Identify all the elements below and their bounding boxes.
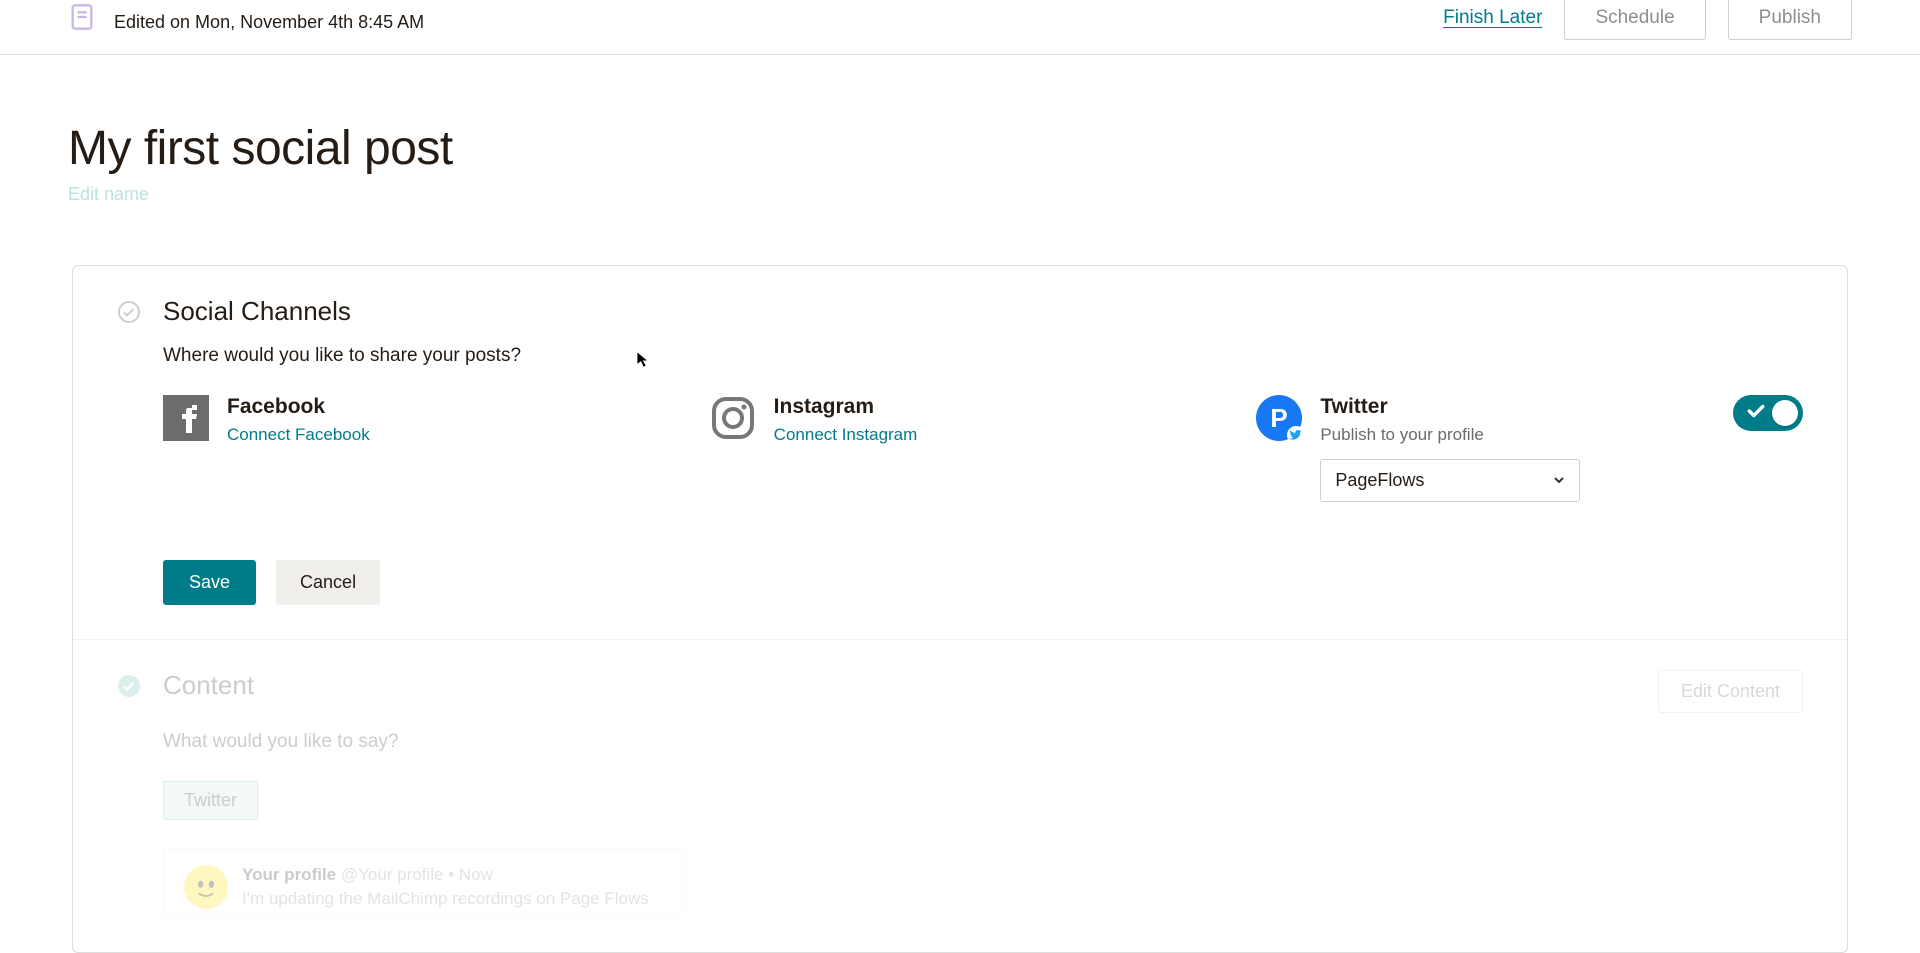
facebook-icon xyxy=(163,395,209,441)
main-card: Social Channels Where would you like to … xyxy=(72,265,1848,953)
twitter-profile-dropdown[interactable]: PageFlows xyxy=(1320,459,1580,502)
channel-twitter: P Twitter Publish to your profile PageFl… xyxy=(1256,395,1803,502)
social-channels-subtitle: Where would you like to share your posts… xyxy=(163,345,1803,367)
twitter-profile-icon: P xyxy=(1256,395,1302,441)
cancel-button[interactable]: Cancel xyxy=(276,560,380,605)
chevron-down-icon xyxy=(1553,470,1565,491)
edited-timestamp: Edited on Mon, November 4th 8:45 AM xyxy=(114,12,424,33)
channel-instagram: Instagram Connect Instagram xyxy=(710,395,1257,502)
content-subtitle: What would you like to say? xyxy=(163,731,1803,753)
instagram-icon xyxy=(710,395,756,441)
twitter-chip[interactable]: Twitter xyxy=(163,781,258,820)
top-bar-left: Edited on Mon, November 4th 8:45 AM xyxy=(68,0,424,33)
channels-row: Facebook Connect Facebook Instagram Conn… xyxy=(163,395,1803,502)
publish-button[interactable]: Publish xyxy=(1728,0,1852,40)
instagram-name: Instagram xyxy=(774,395,1257,419)
save-button[interactable]: Save xyxy=(163,560,256,605)
schedule-button[interactable]: Schedule xyxy=(1564,0,1705,40)
toggle-knob xyxy=(1772,400,1798,426)
top-bar: Edited on Mon, November 4th 8:45 AM Fini… xyxy=(0,0,1920,55)
connect-facebook-link[interactable]: Connect Facebook xyxy=(227,425,710,445)
finish-later-link[interactable]: Finish Later xyxy=(1443,7,1542,29)
content-section-head: Content Edit Content What would you like… xyxy=(117,670,1803,918)
page-header: My first social post Edit name xyxy=(0,55,1920,205)
facebook-name: Facebook xyxy=(227,395,710,419)
page-title: My first social post xyxy=(68,121,1852,176)
preview-profile-name: Your profile xyxy=(242,865,336,884)
check-circle-icon xyxy=(117,300,141,324)
svg-text:P: P xyxy=(1271,403,1288,433)
top-bar-actions: Finish Later Schedule Publish xyxy=(1443,0,1852,40)
dropdown-value: PageFlows xyxy=(1335,470,1424,491)
twitter-name: Twitter xyxy=(1320,395,1713,419)
twitter-subtitle: Publish to your profile xyxy=(1320,425,1713,445)
channel-facebook: Facebook Connect Facebook xyxy=(163,395,710,502)
twitter-toggle[interactable] xyxy=(1733,395,1803,431)
document-icon xyxy=(68,3,96,25)
social-channels-title: Social Channels xyxy=(163,296,1803,327)
check-icon xyxy=(1747,402,1765,425)
social-channels-section: Social Channels Where would you like to … xyxy=(73,266,1847,639)
section-head: Social Channels Where would you like to … xyxy=(117,296,1803,605)
content-section: Content Edit Content What would you like… xyxy=(73,639,1847,952)
avatar-icon xyxy=(184,865,228,909)
channel-action-row: Save Cancel xyxy=(163,560,1803,605)
preview-text: I'm updating the MailChimp recordings on… xyxy=(242,889,649,909)
edit-content-button[interactable]: Edit Content xyxy=(1658,670,1803,713)
edit-name-link[interactable]: Edit name xyxy=(68,184,1852,205)
preview-handle-time: @Your profile • Now xyxy=(341,865,493,884)
preview-header: Your profile @Your profile • Now xyxy=(242,865,649,885)
content-title: Content xyxy=(163,670,254,701)
check-circle-filled-icon xyxy=(117,674,141,698)
content-preview-card: Your profile @Your profile • Now I'm upd… xyxy=(163,848,683,918)
connect-instagram-link[interactable]: Connect Instagram xyxy=(774,425,1257,445)
